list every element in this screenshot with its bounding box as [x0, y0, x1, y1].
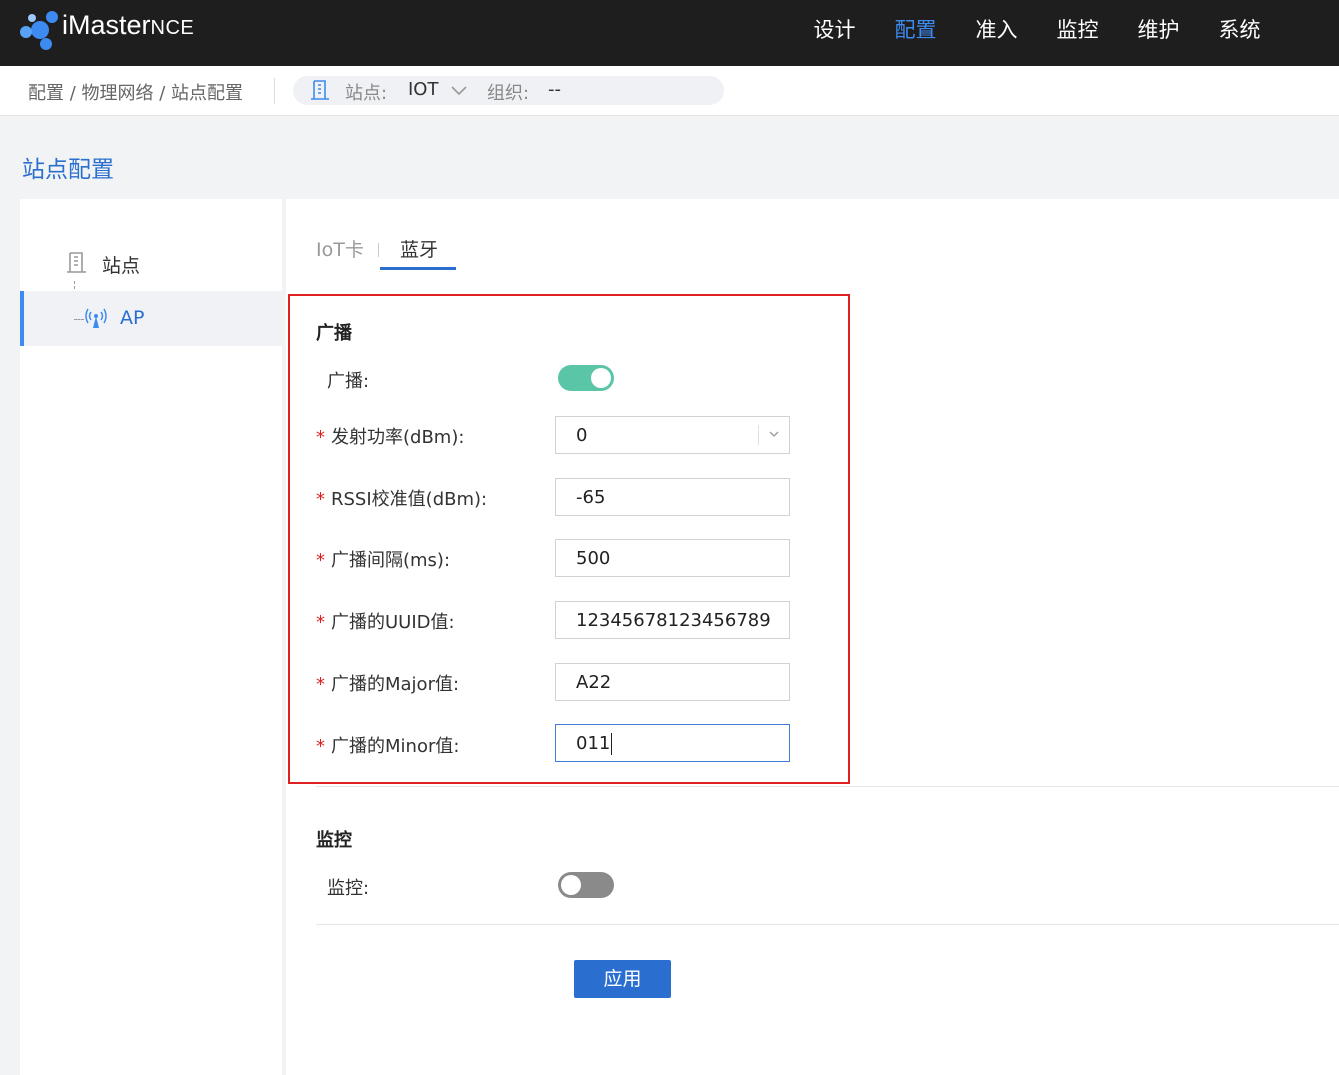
broadcast-section-title: 广播 — [316, 323, 352, 344]
building-icon — [311, 80, 329, 100]
breadcrumb[interactable]: 配置 / 物理网络 / 站点配置 — [28, 79, 243, 105]
nav-design[interactable]: 设计 — [794, 0, 875, 60]
top-navigation-bar: iMasterNCE 设计 配置 准入 监控 维护 系统 — [0, 0, 1339, 66]
imaster-logo-icon — [20, 11, 58, 50]
page-title: 站点配置 — [22, 157, 114, 183]
wireless-ap-icon — [85, 308, 107, 328]
brand-name: iMasterNCE — [62, 10, 195, 40]
toggle-knob — [591, 368, 611, 388]
monitor-toggle[interactable] — [558, 872, 614, 898]
nav-access[interactable]: 准入 — [956, 0, 1037, 60]
text-caret — [611, 733, 613, 755]
minor-label: * 广播的Minor值: — [316, 736, 460, 757]
rssi-label: * RSSI校准值(dBm): — [316, 489, 488, 510]
broadcast-toggle-label: 广播: — [327, 371, 370, 392]
divider — [758, 425, 759, 445]
monitor-section-title: 监控 — [316, 830, 352, 851]
active-tab-indicator — [380, 267, 456, 270]
rssi-input[interactable]: -65 — [555, 478, 790, 516]
chevron-down-icon[interactable] — [451, 84, 467, 96]
uuid-label: * 广播的UUID值: — [316, 612, 455, 633]
site-value[interactable]: IOT — [408, 79, 438, 100]
divider — [316, 924, 1339, 925]
nav-maintenance[interactable]: 维护 — [1118, 0, 1199, 60]
tab-iot-card[interactable]: IoT卡 — [316, 235, 364, 262]
site-tree-panel: 站点 AP — [20, 199, 282, 1075]
nav-system[interactable]: 系统 — [1199, 0, 1280, 60]
breadcrumb-bar: 配置 / 物理网络 / 站点配置 站点: IOT 组织: -- — [0, 66, 1339, 116]
broadcast-toggle[interactable] — [558, 365, 614, 391]
building-icon — [67, 252, 86, 273]
main-content: IoT卡 蓝牙 广播 广播: * 发射功率(dBm): 0 * RSSI校准值(dB… — [286, 199, 1339, 1075]
divider — [378, 243, 379, 257]
site-selector[interactable]: 站点: IOT 组织: -- — [293, 76, 724, 105]
tx-power-select[interactable]: 0 — [555, 416, 790, 454]
monitor-toggle-label: 监控: — [327, 878, 370, 899]
apply-button[interactable]: 应用 — [574, 960, 671, 998]
tree-node-ap[interactable]: AP — [20, 291, 282, 346]
org-value: -- — [548, 79, 561, 100]
uuid-input[interactable]: 12345678123456789 — [555, 601, 790, 639]
divider — [274, 78, 275, 104]
tab-bluetooth[interactable]: 蓝牙 — [400, 235, 438, 262]
site-label: 站点: — [345, 83, 388, 104]
main-nav: 设计 配置 准入 监控 维护 系统 — [794, 0, 1280, 60]
nav-monitor[interactable]: 监控 — [1037, 0, 1118, 60]
nav-config[interactable]: 配置 — [875, 0, 956, 60]
tree-connector — [74, 319, 84, 320]
tree-node-label: AP — [120, 307, 145, 329]
tree-node-label: 站点 — [102, 255, 141, 277]
toggle-knob — [561, 875, 581, 895]
divider — [316, 786, 1339, 787]
minor-input[interactable]: 011 — [555, 724, 790, 762]
major-input[interactable]: A22 — [555, 663, 790, 701]
tx-power-label: * 发射功率(dBm): — [316, 427, 465, 448]
org-label: 组织: — [487, 83, 530, 104]
major-label: * 广播的Major值: — [316, 674, 460, 695]
chevron-down-icon[interactable] — [769, 430, 779, 438]
interval-input[interactable]: 500 — [555, 539, 790, 577]
interval-label: * 广播间隔(ms): — [316, 550, 451, 571]
tree-node-site[interactable]: 站点 — [66, 249, 266, 277]
